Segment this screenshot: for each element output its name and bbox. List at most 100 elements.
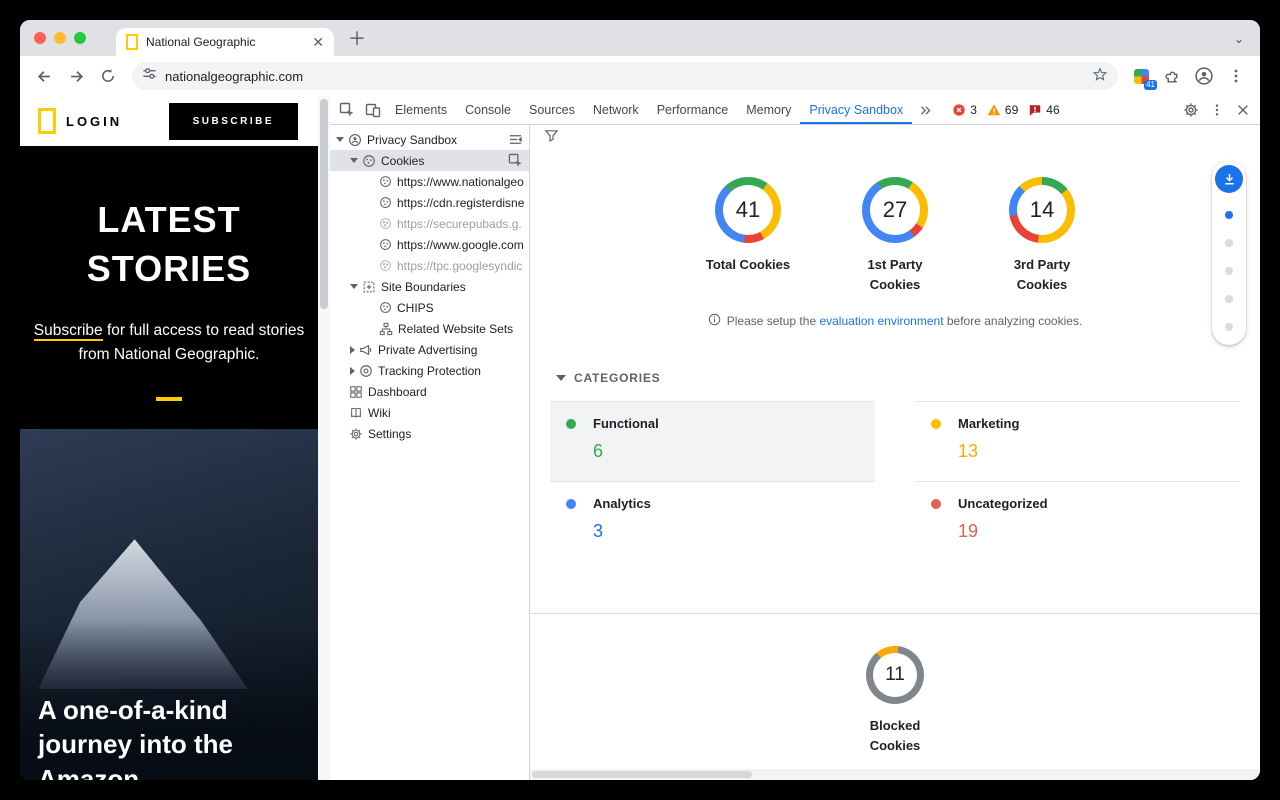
tree-item-label: Private Advertising (378, 343, 477, 357)
tree-item-wiki[interactable]: Wiki (330, 402, 529, 423)
url-text[interactable]: nationalgeographic.com (165, 69, 1084, 84)
tracking-protection-icon (359, 364, 373, 378)
chart-label: 1st Party Cookies (850, 255, 940, 295)
tree-item-dashboard[interactable]: Dashboard (330, 381, 529, 402)
tab-console[interactable]: Console (456, 96, 520, 124)
horizontal-scrollbar-thumb[interactable] (532, 771, 752, 778)
chevron-down-icon[interactable] (336, 137, 344, 142)
donut-chart: 27 (862, 177, 928, 243)
info-suffix: before analyzing cookies. (944, 314, 1083, 328)
forward-button[interactable] (62, 62, 90, 90)
tab-close-icon[interactable]: ✕ (312, 35, 324, 49)
tab-elements[interactable]: Elements (386, 96, 456, 124)
info-text: Please setup the evaluation environment … (727, 314, 1083, 328)
close-window-button[interactable] (34, 32, 46, 44)
tree-item-url[interactable]: https://www.google.com (330, 234, 529, 255)
section-dot-4[interactable] (1225, 295, 1233, 303)
page-scrollbar[interactable] (318, 96, 330, 780)
back-button[interactable] (30, 62, 58, 90)
download-report-button[interactable] (1215, 165, 1243, 193)
tree-item-url[interactable]: https://securepubads.g. (330, 213, 529, 234)
tree-item-url[interactable]: https://tpc.googlesyndic (330, 255, 529, 276)
more-tabs-icon[interactable] (912, 97, 938, 123)
tab-sources[interactable]: Sources (520, 96, 584, 124)
chevron-right-icon[interactable] (350, 367, 355, 375)
section-dot-2[interactable] (1225, 239, 1233, 247)
devtools-close-icon[interactable] (1230, 97, 1256, 123)
extensions-puzzle-icon[interactable] (1158, 62, 1186, 90)
new-tab-button[interactable]: ＋ (344, 25, 370, 51)
tree-item-site-boundaries[interactable]: Site Boundaries (330, 276, 529, 297)
issues-badge[interactable]: 46 (1028, 103, 1059, 117)
cookie-charts: 41 Total Cookies 27 1st Party Cookies (530, 177, 1260, 295)
reload-button[interactable] (94, 62, 122, 90)
extension-badge: 41 (1144, 80, 1157, 90)
tree-item-label: Dashboard (368, 385, 427, 399)
chevron-down-icon[interactable] (350, 284, 358, 289)
donut-chart: 14 (1009, 177, 1075, 243)
bookmark-star-icon[interactable] (1092, 66, 1108, 87)
console-summary: 3 69 46 (952, 103, 1059, 117)
page-scrollbar-thumb[interactable] (320, 99, 328, 309)
tree-item-url[interactable]: https://cdn.registerdisne (330, 192, 529, 213)
category-functional[interactable]: Functional 6 (550, 401, 875, 481)
tree-item-private-advertising[interactable]: Private Advertising (330, 339, 529, 360)
tab-memory[interactable]: Memory (737, 96, 800, 124)
element-picker-icon[interactable] (508, 153, 523, 168)
tab-search-chevron-icon[interactable]: ⌄ (1228, 28, 1250, 50)
section-dot-5[interactable] (1225, 323, 1233, 331)
chevron-down-icon[interactable] (350, 158, 358, 163)
tree-item-url[interactable]: https://www.nationalgeo (330, 171, 529, 192)
warnings-badge[interactable]: 69 (987, 103, 1018, 117)
profile-avatar[interactable] (1190, 62, 1218, 90)
tree-item-related-website-sets[interactable]: Related Website Sets (330, 318, 529, 339)
categories-section-header[interactable]: CATEGORIES (556, 371, 1260, 385)
errors-badge[interactable]: 3 (952, 103, 977, 117)
subscribe-link[interactable]: Subscribe (34, 322, 103, 341)
subscribe-button[interactable]: SUBSCRIBE (169, 103, 298, 140)
natgeo-logo-icon[interactable] (38, 108, 56, 134)
category-uncategorized[interactable]: Uncategorized 19 (915, 481, 1240, 561)
login-link[interactable]: LOGIN (66, 114, 122, 129)
tab-privacy-sandbox[interactable]: Privacy Sandbox (800, 96, 912, 124)
hero-article-card[interactable]: A one-of-a-kind journey into the Amazon (20, 429, 318, 780)
gear-icon (349, 427, 363, 441)
filter-funnel-icon[interactable] (544, 128, 559, 148)
site-settings-icon[interactable] (142, 66, 157, 86)
tree-item-privacy-sandbox[interactable]: Privacy Sandbox (330, 129, 529, 150)
category-analytics[interactable]: Analytics 3 (550, 481, 875, 561)
category-marketing[interactable]: Marketing 13 (915, 401, 1240, 481)
inspect-element-icon[interactable] (334, 97, 360, 123)
maximize-window-button[interactable] (74, 32, 86, 44)
address-bar[interactable]: nationalgeographic.com (132, 62, 1118, 90)
devtools-settings-gear-icon[interactable] (1178, 97, 1204, 123)
tree-item-label: Privacy Sandbox (367, 133, 457, 147)
devtools-menu-kebab-icon[interactable] (1204, 97, 1230, 123)
promo-text: Subscribe for full access to read storie… (33, 319, 305, 367)
section-dot-3[interactable] (1225, 267, 1233, 275)
device-toolbar-icon[interactable] (360, 97, 386, 123)
natgeo-page: LOGIN SUBSCRIBE LATEST STORIES Subscribe… (20, 96, 318, 780)
horizontal-scrollbar[interactable] (530, 769, 1260, 780)
section-dot-1[interactable] (1225, 211, 1233, 219)
chart-value: 14 (1030, 197, 1054, 223)
tree-item-chips[interactable]: CHIPS (330, 297, 529, 318)
tree-item-settings[interactable]: Settings (330, 423, 529, 444)
category-count: 3 (593, 521, 859, 542)
collapse-sidebar-icon[interactable] (508, 132, 523, 147)
minimize-window-button[interactable] (54, 32, 66, 44)
tree-item-cookies[interactable]: Cookies (330, 150, 529, 171)
evaluation-environment-link[interactable]: evaluation environment (819, 314, 943, 328)
tree-item-tracking-protection[interactable]: Tracking Protection (330, 360, 529, 381)
tab-network[interactable]: Network (584, 96, 648, 124)
privacy-sandbox-extension-button[interactable]: 41 (1128, 63, 1154, 89)
legend-dot-icon (931, 499, 941, 509)
browser-tab[interactable]: National Geographic ✕ (116, 28, 334, 56)
article-headline[interactable]: A one-of-a-kind journey into the Amazon (38, 693, 288, 780)
browser-menu-kebab-icon[interactable] (1222, 62, 1250, 90)
categories-title: CATEGORIES (574, 371, 660, 385)
cookie-origin-label: https://www.google.com (397, 238, 524, 252)
tab-performance[interactable]: Performance (648, 96, 738, 124)
chevron-down-icon[interactable] (556, 375, 566, 381)
chevron-right-icon[interactable] (350, 346, 355, 354)
